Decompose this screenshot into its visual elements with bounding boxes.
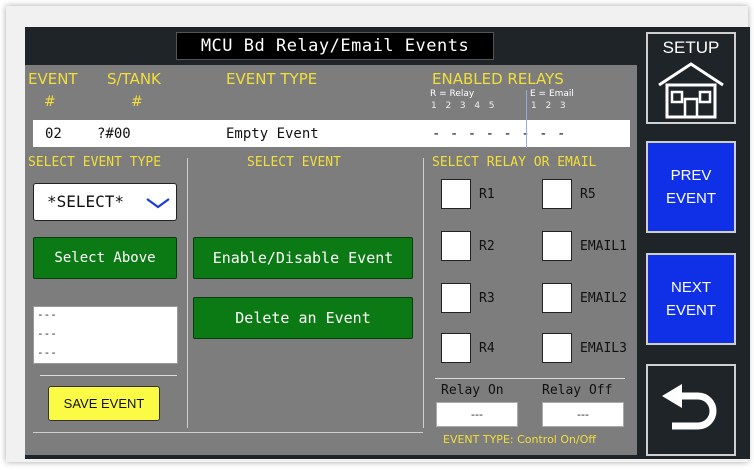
setup-label: SETUP: [662, 38, 720, 57]
list-separator: [40, 375, 177, 376]
r5-checkbox[interactable]: [542, 179, 572, 209]
list-item[interactable]: ---: [37, 308, 57, 321]
r2-checkbox[interactable]: [441, 231, 471, 261]
r1-label: R1: [479, 187, 495, 202]
event-row-stank: ?#00: [97, 126, 131, 142]
email3-checkbox[interactable]: [542, 333, 572, 363]
select-above-button[interactable]: Select Above: [33, 237, 177, 279]
select-relay-heading: SELECT RELAY OR EMAIL: [432, 155, 597, 170]
header-stank-hash: #: [131, 94, 143, 110]
relay-on-off-divider: [435, 378, 625, 379]
email2-checkbox[interactable]: [542, 283, 572, 313]
relay-on-field[interactable]: ---: [436, 402, 518, 427]
event-row-type: Empty Event: [226, 126, 319, 142]
event-type-dropdown[interactable]: *SELECT*: [33, 183, 177, 221]
relay-off-value: ---: [577, 408, 589, 421]
select-above-label: Select Above: [54, 250, 156, 266]
enable-disable-label: Enable/Disable Event: [212, 249, 394, 267]
r2-label: R2: [479, 239, 495, 254]
house-icon: [658, 62, 724, 119]
header-stank: S/TANK: [107, 70, 161, 88]
email2-label: EMAIL2: [580, 291, 627, 306]
r3-label: R3: [479, 291, 495, 306]
save-event-button[interactable]: SAVE EVENT: [48, 386, 160, 421]
prev-label-1: PREV: [670, 167, 712, 184]
email1-checkbox[interactable]: [542, 231, 572, 261]
next-label-1: NEXT: [670, 279, 711, 296]
r4-checkbox[interactable]: [441, 333, 471, 363]
relay-on-label: Relay On: [441, 383, 504, 398]
relay-off-field[interactable]: ---: [542, 402, 624, 427]
prev-label-2: EVENT: [665, 190, 716, 207]
next-event-button[interactable]: NEXT EVENT: [646, 253, 736, 345]
column-divider-2: [423, 158, 424, 428]
select-event-type-heading: SELECT EVENT TYPE: [28, 155, 162, 170]
header-event: EVENT: [28, 70, 78, 88]
r-legend: R = Relay: [430, 89, 475, 99]
e-legend: E = Email: [530, 89, 574, 99]
setup-button[interactable]: SETUP: [646, 32, 736, 124]
header-event-hash: #: [44, 94, 56, 110]
bottom-divider: [33, 432, 423, 433]
select-event-heading: SELECT EVENT: [247, 155, 341, 170]
delete-event-button[interactable]: Delete an Event: [193, 297, 413, 339]
relay-off-label: Relay Off: [542, 383, 613, 398]
save-event-label: SAVE EVENT: [63, 396, 145, 411]
event-row-number: 02: [45, 126, 62, 142]
event-type-note: EVENT TYPE: Control On/Off: [443, 433, 596, 446]
prev-event-button[interactable]: PREV EVENT: [646, 141, 736, 233]
r-numbers: 1 2 3 4 5: [431, 101, 496, 111]
header-enabled-relays: ENABLED RELAYS: [432, 70, 564, 88]
back-button[interactable]: [646, 364, 736, 456]
r4-label: R4: [479, 341, 495, 356]
delete-event-label: Delete an Event: [235, 309, 371, 327]
list-item[interactable]: ---: [37, 327, 57, 340]
r3-checkbox[interactable]: [441, 283, 471, 313]
relay-on-value: ---: [471, 408, 483, 421]
email3-label: EMAIL3: [580, 341, 627, 356]
email1-label: EMAIL1: [580, 239, 627, 254]
event-row-divider: [526, 120, 527, 147]
list-item[interactable]: ---: [37, 346, 57, 359]
e-numbers: 1 2 3: [531, 101, 567, 111]
dropdown-value: *SELECT*: [47, 192, 125, 211]
chevron-down-icon: [146, 198, 170, 209]
header-event-type: EVENT TYPE: [226, 70, 318, 88]
page-title-text: MCU Bd Relay/Email Events: [200, 36, 470, 56]
enable-disable-event-button[interactable]: Enable/Disable Event: [193, 237, 413, 279]
back-arrow-icon: [662, 384, 717, 430]
event-row-relays: - - - - - - - -: [432, 126, 566, 142]
page-title: MCU Bd Relay/Email Events: [176, 32, 494, 60]
r1-checkbox[interactable]: [441, 179, 471, 209]
r5-label: R5: [580, 187, 596, 202]
event-list-box[interactable]: --- --- ---: [33, 306, 178, 364]
next-label-2: EVENT: [665, 302, 716, 319]
column-divider-1: [187, 158, 188, 428]
